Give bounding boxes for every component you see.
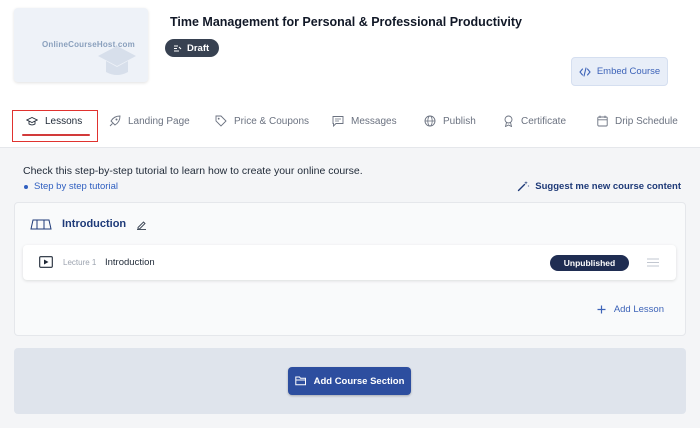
tab-price-coupons-label: Price & Coupons (234, 115, 310, 127)
tab-publish-label: Publish (443, 115, 476, 127)
code-icon (579, 66, 591, 77)
section-title: Introduction (62, 218, 127, 230)
section-book-icon (30, 219, 52, 230)
embed-course-button[interactable]: Embed Course (571, 57, 668, 86)
tab-certificate[interactable]: Certificate (503, 108, 566, 134)
tutorial-text: Check this step-by-step tutorial to lear… (23, 165, 363, 177)
tab-messages-label: Messages (351, 115, 397, 127)
magic-wand-icon (518, 181, 530, 192)
tab-landing-page-label: Landing Page (128, 115, 190, 127)
video-play-icon (39, 256, 53, 268)
edit-lines-icon (174, 44, 182, 52)
step-by-step-tutorial-link[interactable]: Step by step tutorial (24, 181, 118, 192)
suggest-content-button[interactable]: Suggest me new course content (517, 180, 681, 192)
bullet-dot-icon (24, 184, 28, 189)
award-icon (504, 115, 513, 127)
add-lesson-label: Add Lesson (613, 304, 664, 315)
step-link-label: Step by step tutorial (34, 181, 118, 192)
lecture-number: Lecture 1 (63, 258, 97, 267)
tab-drip-schedule-label: Drip Schedule (615, 115, 678, 127)
globe-icon (424, 115, 436, 127)
rocket-icon (109, 115, 121, 127)
tab-price-coupons[interactable]: Price & Coupons (215, 108, 309, 134)
tab-messages[interactable]: Messages (332, 108, 397, 134)
status-badge-label: Draft (187, 42, 210, 54)
drag-handle-icon[interactable] (647, 258, 659, 267)
course-thumbnail[interactable]: OnlineCourseHost.com (14, 8, 148, 82)
course-tabs: Lessons Landing Page Price & Coupons Mes… (0, 108, 700, 142)
lecture-title: Introduction (105, 257, 155, 268)
message-icon (332, 116, 344, 127)
tab-certificate-label: Certificate (521, 115, 567, 127)
tab-drip-schedule[interactable]: Drip Schedule (597, 108, 678, 134)
embed-course-label: Embed Course (596, 66, 661, 77)
section-header: Introduction (30, 218, 147, 230)
course-title: Time Management for Personal & Professio… (170, 15, 522, 29)
calendar-icon (597, 115, 608, 127)
add-lesson-button[interactable]: Add Lesson (597, 304, 664, 315)
add-course-section-label: Add Course Section (313, 375, 405, 387)
graduation-cap-watermark-icon (98, 46, 136, 75)
edit-pencil-icon[interactable] (136, 219, 147, 230)
tab-publish[interactable]: Publish (424, 108, 476, 134)
suggest-label: Suggest me new course content (535, 180, 681, 192)
add-course-section-button[interactable]: Add Course Section (288, 367, 411, 395)
plus-icon (597, 305, 606, 314)
tab-landing-page[interactable]: Landing Page (109, 108, 190, 134)
status-badge: Draft (165, 39, 220, 57)
tag-icon (215, 115, 227, 127)
active-tab-underline (22, 134, 90, 136)
active-tab-highlight (12, 110, 98, 142)
lecture-status-badge[interactable]: Unpublished (550, 255, 629, 271)
folder-open-icon (294, 376, 306, 386)
